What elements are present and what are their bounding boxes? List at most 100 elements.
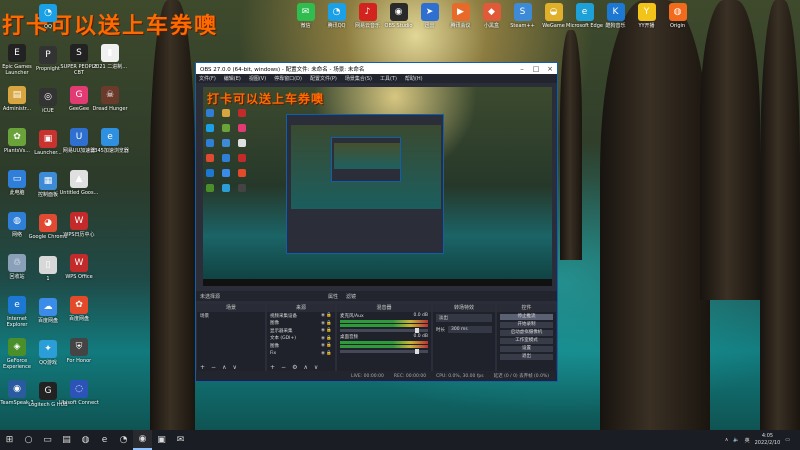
desktop-shortcut[interactable]: e Internet Explorer: [0, 296, 34, 338]
menu-item[interactable]: 配置文件(P): [310, 75, 337, 82]
desktop-shortcut[interactable]: ▮ 2021 二进制...: [93, 44, 127, 86]
taskbar-item[interactable]: ⊞: [0, 430, 19, 450]
clock[interactable]: 4:05 2022/2/10: [755, 433, 781, 447]
visibility-icon[interactable]: ◉ 🔒: [321, 336, 335, 341]
desktop-shortcut[interactable]: ◍ Origin: [662, 3, 693, 45]
up-icon[interactable]: ∧: [222, 364, 226, 371]
preview-desktop-icons: [206, 109, 250, 192]
filters-button[interactable]: 滤镜: [346, 293, 356, 300]
desktop-shortcut[interactable]: ◍ 网络: [0, 212, 34, 254]
app-icon: ◆: [482, 3, 501, 21]
app-icon: ☠: [101, 86, 119, 104]
input-language[interactable]: 英: [745, 437, 750, 444]
desktop-shortcut[interactable]: ▭ 此电脑: [0, 170, 34, 212]
add-icon[interactable]: +: [200, 364, 205, 371]
taskbar-item[interactable]: ▣: [152, 430, 171, 450]
visibility-icon[interactable]: ◉ 🔒: [321, 351, 335, 356]
menu-item[interactable]: 文件(F): [199, 75, 216, 82]
volume-slider[interactable]: [340, 328, 428, 333]
menu-item[interactable]: 停靠窗口(D): [274, 75, 302, 82]
desktop-top-row: ✉ 微信 ◔ 腾讯QQ ♪ 网易云音乐 ◉ OBS Studio ➤ 迅雷 ▶ 腾讯会议 ◆ 小黑盒 S St…: [290, 3, 693, 45]
desktop-shortcut[interactable]: W WPS Office: [62, 254, 96, 296]
desktop-shortcut[interactable]: ◉ TeamSpeak 3: [0, 380, 34, 422]
control-button[interactable]: 设置: [500, 345, 553, 352]
taskbar-item[interactable]: ○: [19, 430, 38, 450]
desktop-shortcut[interactable]: ✿ 百度网盘: [62, 296, 96, 338]
taskbar-item[interactable]: e: [95, 430, 114, 450]
source-item[interactable]: 显示器采集 ◉ 🔒: [267, 327, 335, 335]
source-item[interactable]: 文本 (GDI+) ◉ 🔒: [267, 335, 335, 343]
volume-slider[interactable]: [340, 349, 428, 354]
taskbar-item[interactable]: ◔: [114, 430, 133, 450]
taskbar-item[interactable]: ◍: [76, 430, 95, 450]
minimize-icon[interactable]: –: [515, 65, 529, 73]
desktop-shortcut[interactable]: ▲ Untitled Goos...: [60, 170, 98, 212]
notification-icon[interactable]: ▭: [785, 437, 790, 443]
desktop-shortcut[interactable]: ◌ Ubisoft Connect: [59, 380, 99, 422]
app-icon: ▶: [451, 3, 470, 21]
maximize-icon[interactable]: □: [529, 65, 543, 73]
gear-icon[interactable]: ⚙: [292, 364, 297, 371]
chevron-up-icon[interactable]: ∧: [725, 437, 729, 443]
control-button[interactable]: 退出: [500, 353, 553, 360]
down-icon[interactable]: ∨: [232, 364, 236, 371]
obs-docks: 场景 场景 + − ∧ ∨ 来源 视频采集设备 ◉ 🔒 图像 ◉ 🔒 显示器采集 ◉ 🔒 文本 (…: [196, 304, 557, 371]
desktop-shortcut[interactable]: E Epic Games Launcher: [0, 44, 34, 86]
desktop-shortcut[interactable]: ✿ PlantsVs...: [0, 128, 34, 170]
app-icon: ☁: [39, 298, 57, 316]
source-item[interactable]: 视频采集设备 ◉ 🔒: [267, 312, 335, 320]
visibility-icon[interactable]: ◉ 🔒: [321, 328, 335, 333]
menu-item[interactable]: 视图(V): [249, 75, 266, 82]
source-item[interactable]: 图像 ◉ 🔒: [267, 320, 335, 328]
mixer-channel: 麦克风/Aux 0.0 dB: [337, 312, 431, 333]
source-item[interactable]: Fix ◉ 🔒: [267, 350, 335, 358]
desktop-shortcut[interactable]: ☠ Dread Hunger: [92, 86, 128, 128]
desktop-shortcut[interactable]: ♲ 回收站: [0, 254, 34, 296]
app-icon: ◔: [327, 3, 346, 21]
desktop-shortcut[interactable]: ⛨ For Honor: [62, 338, 96, 380]
control-button[interactable]: 工作室模式: [500, 337, 553, 344]
down-icon[interactable]: ∨: [314, 364, 318, 371]
obs-preview[interactable]: 打卡可以送上车券噢: [203, 87, 552, 286]
taskbar-item[interactable]: ▤: [57, 430, 76, 450]
desktop-shortcut[interactable]: W WPS日历中心: [62, 212, 96, 254]
visibility-icon[interactable]: ◉ 🔒: [321, 313, 335, 318]
desktop-shortcut[interactable]: ▤ Administr...: [0, 86, 34, 128]
desktop-shortcut[interactable]: ◈ GeForce Experience: [0, 338, 34, 380]
channel-level: 0.0 dB: [413, 313, 428, 318]
source-toolbar: 未选择源 属性 滤镜: [196, 291, 557, 301]
desktop-shortcut[interactable]: e 2345加速浏览器: [91, 128, 129, 170]
up-icon[interactable]: ∧: [303, 364, 307, 371]
taskbar-item[interactable]: ✉: [171, 430, 190, 450]
scene-item[interactable]: 场景: [197, 312, 265, 320]
control-button[interactable]: 启动虚拟摄像机: [500, 329, 553, 336]
visibility-icon[interactable]: ◉ 🔒: [321, 343, 335, 348]
obs-title-bar[interactable]: OBS 27.0.0 (64-bit, windows) - 配置文件: 未命名…: [196, 63, 557, 74]
remove-icon[interactable]: −: [211, 364, 216, 371]
menu-item[interactable]: 帮助(H): [405, 75, 423, 82]
duration-input[interactable]: 300 ms: [448, 326, 492, 333]
app-icon: ▲: [70, 170, 88, 188]
close-icon[interactable]: ×: [543, 65, 557, 73]
control-button[interactable]: 开始录制: [500, 321, 553, 328]
add-icon[interactable]: +: [270, 364, 275, 371]
control-button[interactable]: 停止推流: [500, 313, 553, 320]
controls-title: 控件: [497, 304, 556, 312]
menu-item[interactable]: 编辑(E): [224, 75, 241, 82]
taskbar-item[interactable]: ◉: [133, 430, 152, 450]
desktop-shortcut[interactable]: ◔ QQ: [31, 4, 65, 46]
volume-icon[interactable]: 🔈: [733, 437, 739, 443]
menu-item[interactable]: 场景集合(S): [345, 75, 372, 82]
shortcut-label: WPS日历中心: [63, 232, 95, 238]
transition-select[interactable]: 淡出: [436, 314, 492, 322]
visibility-icon[interactable]: ◉ 🔒: [321, 321, 335, 326]
remove-icon[interactable]: −: [281, 364, 286, 371]
sources-title: 来源: [267, 304, 335, 312]
obs-window[interactable]: OBS 27.0.0 (64-bit, windows) - 配置文件: 未命名…: [195, 62, 558, 382]
app-icon: ◉: [8, 380, 26, 398]
properties-button[interactable]: 属性: [328, 293, 338, 300]
clock-date: 2022/2/10: [754, 440, 781, 446]
menu-item[interactable]: 工具(T): [380, 75, 397, 82]
taskbar-item[interactable]: ▭: [38, 430, 57, 450]
source-item[interactable]: 图像 ◉ 🔒: [267, 342, 335, 350]
